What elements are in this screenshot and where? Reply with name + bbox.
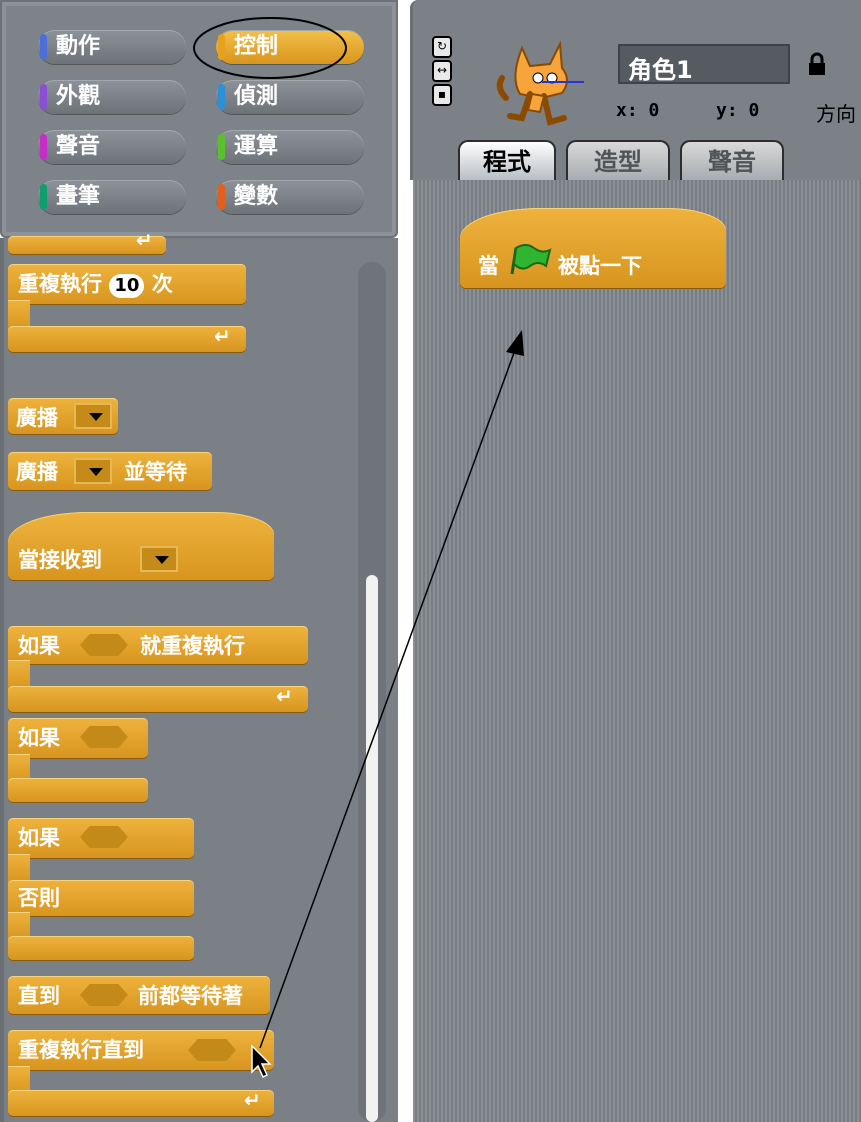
- annotation-arrow: [259, 330, 524, 1049]
- mouse-cursor-icon: [251, 1044, 272, 1079]
